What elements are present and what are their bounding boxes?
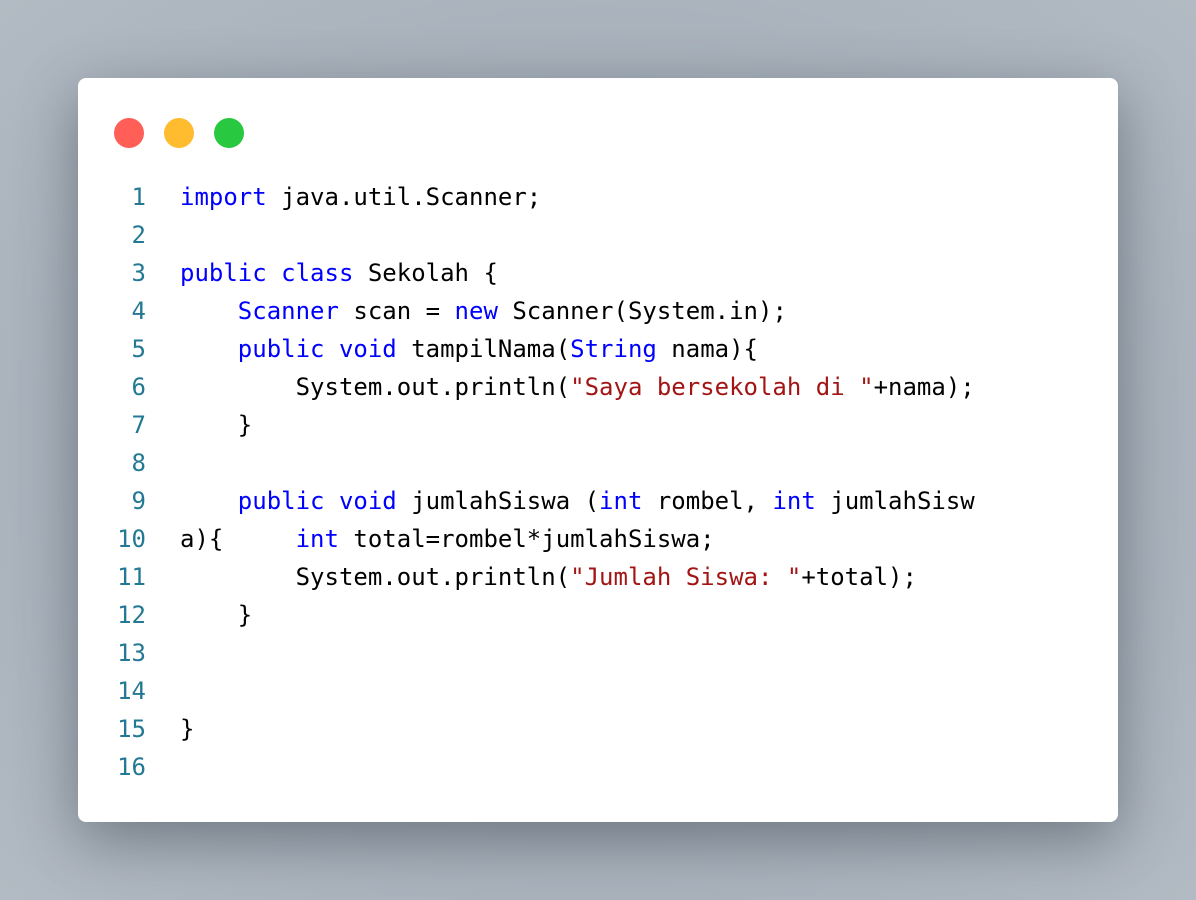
line-number: 5: [131, 335, 146, 363]
line-number: 8: [131, 449, 146, 477]
keyword-token: String: [570, 335, 657, 363]
code-token: }: [180, 601, 253, 629]
code-line: 11 System.out.println("Jumlah Siswa: "+t…: [78, 558, 1118, 596]
code-token: a){: [180, 525, 296, 553]
code-token: }: [180, 715, 195, 743]
code-text: public void tampilNama(String nama){: [180, 330, 758, 368]
code-line: 14: [78, 672, 1118, 710]
code-token: tampilNama(: [396, 335, 571, 363]
maximize-dot-icon[interactable]: [214, 118, 244, 148]
code-token: }: [180, 411, 253, 439]
code-line: 13: [78, 634, 1118, 672]
line-number: 10: [117, 525, 146, 553]
code-token: Sekolah {: [353, 259, 498, 287]
code-line: 12 }: [78, 596, 1118, 634]
string-token: "Jumlah Siswa: ": [570, 563, 802, 591]
line-number: 11: [117, 563, 146, 591]
code-token: System.out.println(: [180, 373, 571, 401]
code-token: +total);: [801, 563, 917, 591]
code-line: 16: [78, 748, 1118, 786]
code-token: total=rombel*jumlahSiswa;: [338, 525, 715, 553]
code-token: rombel,: [642, 487, 773, 515]
code-text: System.out.println("Saya bersekolah di "…: [180, 368, 975, 406]
code-window: 1 import java.util.Scanner; 2 3 public class…: [78, 78, 1118, 822]
string-token: "Saya bersekolah di ": [570, 373, 874, 401]
keyword-token: int: [772, 487, 816, 515]
line-number: 7: [131, 411, 146, 439]
code-line: 1 import java.util.Scanner;: [78, 178, 1118, 216]
keyword-token: void: [338, 335, 397, 363]
code-text: }: [180, 406, 252, 444]
code-token: java.util.Scanner;: [266, 183, 542, 211]
code-block: 1 import java.util.Scanner; 2 3 public class…: [78, 178, 1118, 786]
code-line: 5 public void tampilNama(String nama){: [78, 330, 1118, 368]
code-text: a){ int total=rombel*jumlahSiswa;: [180, 520, 715, 558]
code-token: jumlahSisw: [815, 487, 975, 515]
code-text: }: [180, 710, 194, 748]
keyword-token: class: [281, 259, 354, 287]
keyword-token: void: [338, 487, 397, 515]
line-number: 13: [117, 639, 146, 667]
code-text: System.out.println("Jumlah Siswa: "+tota…: [180, 558, 917, 596]
code-line: 4 Scanner scan = new Scanner(System.in);: [78, 292, 1118, 330]
keyword-token: int: [295, 525, 339, 553]
line-number: 2: [131, 221, 146, 249]
keyword-token: public: [180, 259, 267, 287]
line-number: 9: [131, 487, 146, 515]
keyword-token: Scanner: [237, 297, 339, 325]
line-number: 16: [117, 753, 146, 781]
code-token: jumlahSiswa (: [396, 487, 600, 515]
code-text: public class Sekolah {: [180, 254, 498, 292]
code-token: nama){: [656, 335, 758, 363]
code-line: 3 public class Sekolah {: [78, 254, 1118, 292]
keyword-token: new: [454, 297, 498, 325]
code-line: 7 }: [78, 406, 1118, 444]
code-token: System.out.println(: [180, 563, 571, 591]
code-line: 15}: [78, 710, 1118, 748]
line-number: 3: [131, 259, 146, 287]
close-dot-icon[interactable]: [114, 118, 144, 148]
keyword-token: import: [180, 183, 267, 211]
code-line: 9 public void jumlahSiswa (int rombel, i…: [78, 482, 1118, 520]
code-token: Scanner(System.in);: [497, 297, 787, 325]
line-number: 12: [117, 601, 146, 629]
line-number: 15: [117, 715, 146, 743]
line-number: 1: [131, 183, 146, 211]
code-text: import java.util.Scanner;: [180, 178, 541, 216]
code-text: }: [180, 596, 252, 634]
code-text: public void jumlahSiswa (int rombel, int…: [180, 482, 975, 520]
line-number: 6: [131, 373, 146, 401]
minimize-dot-icon[interactable]: [164, 118, 194, 148]
code-line: 2: [78, 216, 1118, 254]
code-line: 8: [78, 444, 1118, 482]
code-token: scan =: [338, 297, 455, 325]
keyword-token: public: [237, 335, 325, 363]
keyword-token: public: [237, 487, 325, 515]
code-line: 6 System.out.println("Saya bersekolah di…: [78, 368, 1118, 406]
code-text: Scanner scan = new Scanner(System.in);: [180, 292, 787, 330]
line-number: 4: [131, 297, 146, 325]
code-token: +nama);: [873, 373, 975, 401]
keyword-token: int: [599, 487, 643, 515]
code-line: 10 a){ int total=rombel*jumlahSiswa;: [78, 520, 1118, 558]
line-number: 14: [117, 677, 146, 705]
